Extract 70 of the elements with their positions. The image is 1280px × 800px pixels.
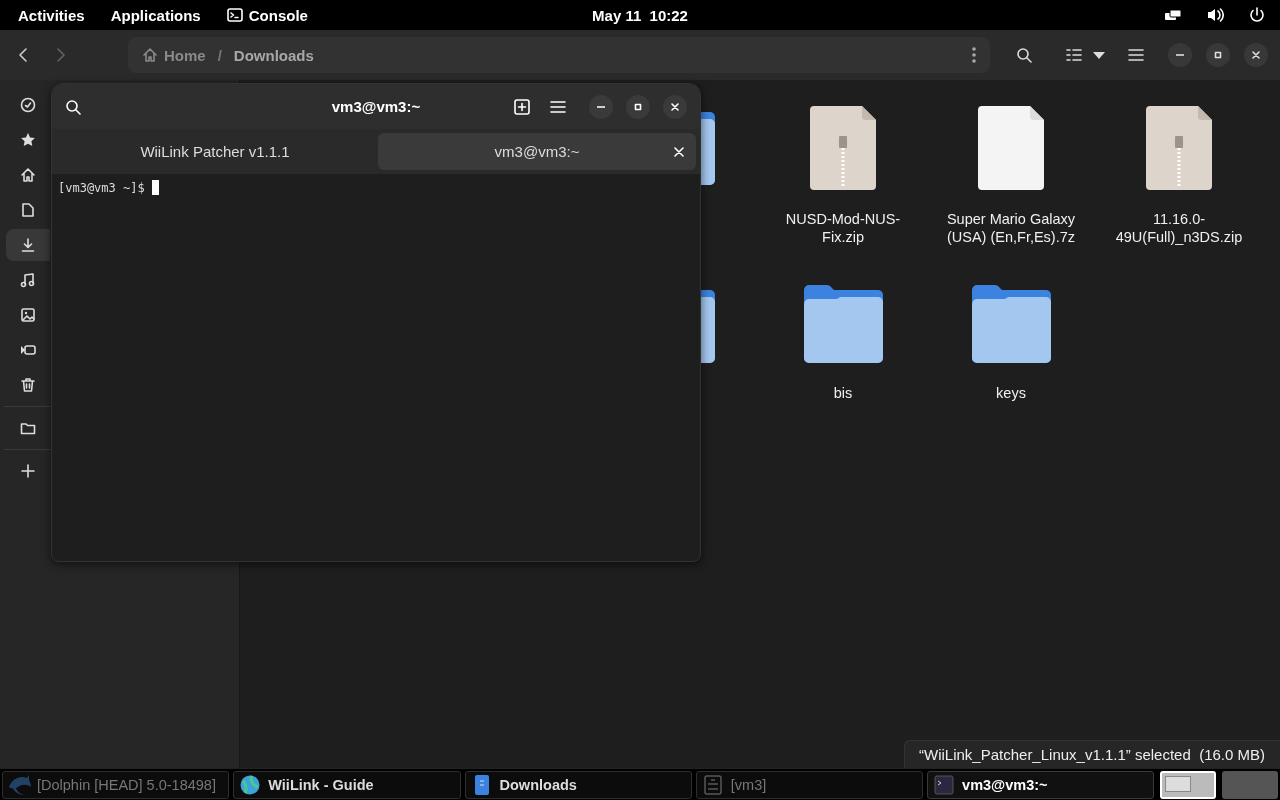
search-icon[interactable] xyxy=(65,98,81,115)
menu-icon[interactable] xyxy=(1128,47,1144,63)
minimize-icon xyxy=(597,105,605,108)
terminal-icon xyxy=(226,7,243,23)
status-text: “WiiLink_Patcher_Linux_v1.1.1” selected (16.0 MB) xyxy=(904,740,1280,768)
sidebar-icon xyxy=(20,342,36,358)
list-view-icon[interactable] xyxy=(1066,47,1082,63)
sidebar-icon xyxy=(20,272,36,288)
maximize-icon xyxy=(633,101,643,112)
folder-icon xyxy=(803,284,883,364)
path-crumb[interactable]: Home xyxy=(142,46,206,64)
path-separator: / xyxy=(217,46,222,64)
close-button[interactable] xyxy=(1244,43,1268,67)
maximize-button[interactable] xyxy=(626,94,650,119)
maximize-icon xyxy=(1213,50,1223,60)
network-icon[interactable] xyxy=(1164,8,1182,22)
file-name[interactable]: 11.16.0-49U(Full)_n3DS.zip xyxy=(1109,210,1249,246)
sidebar-icon xyxy=(20,167,36,183)
app-icon xyxy=(702,774,725,795)
taskbar-item[interactable]: [vm3] xyxy=(695,770,924,799)
taskbar-item[interactable]: Downloads xyxy=(464,770,692,799)
file-name[interactable]: keys xyxy=(941,384,1081,402)
text-cursor xyxy=(151,180,159,195)
path-crumb[interactable]: Downloads xyxy=(233,46,314,64)
applications-menu[interactable]: Applications xyxy=(110,6,201,24)
menu-icon[interactable] xyxy=(550,98,566,115)
activities-button[interactable]: Activities xyxy=(18,6,85,24)
sidebar-icon xyxy=(20,132,36,148)
maximize-button[interactable] xyxy=(1206,43,1230,67)
sidebar-icon xyxy=(20,420,36,436)
more-icon[interactable] xyxy=(972,47,976,63)
file-icon xyxy=(978,106,1044,190)
zip-file-icon xyxy=(1146,106,1212,190)
zip-file-icon xyxy=(810,106,876,190)
taskbar-item[interactable]: vm3@vm3:~ xyxy=(927,770,1155,799)
sidebar-icon xyxy=(20,463,36,479)
dropdown-icon[interactable] xyxy=(1092,50,1106,60)
minimize-button[interactable] xyxy=(1168,43,1192,67)
terminal-tab[interactable]: WiiLink Patcher v1.1.1 xyxy=(56,133,374,170)
app-icon xyxy=(9,774,31,795)
sidebar-icon xyxy=(20,307,36,323)
close-tab-icon[interactable] xyxy=(674,146,684,157)
terminal-tab[interactable]: vm3@vm3:~ xyxy=(378,133,696,170)
minimize-button[interactable] xyxy=(589,94,613,119)
app-icon xyxy=(934,774,957,795)
minimize-icon xyxy=(1176,54,1184,56)
close-icon xyxy=(670,101,680,112)
new-tab-icon[interactable] xyxy=(514,98,530,115)
clock[interactable]: May 11 10:22 xyxy=(592,6,688,24)
workspace-button[interactable] xyxy=(1160,770,1217,799)
search-icon[interactable] xyxy=(1016,47,1032,63)
taskbar-item[interactable]: WiiLink - Guide xyxy=(233,770,461,799)
file-name[interactable]: bis xyxy=(773,384,913,402)
sidebar-icon xyxy=(20,202,36,218)
sidebar-icon xyxy=(20,377,36,393)
taskbar-item[interactable]: [Dolphin [HEAD] 5.0-18498] xyxy=(2,770,230,799)
file-name[interactable]: NUSD-Mod-NUS-Fix.zip xyxy=(773,210,913,246)
window-title: vm3@vm3:~ xyxy=(331,98,421,115)
home-icon xyxy=(142,47,158,63)
file-name[interactable]: Super Mario Galaxy (USA) (En,Fr,Es).7z xyxy=(941,210,1081,246)
sidebar-icon xyxy=(20,237,36,253)
sidebar-icon xyxy=(20,97,36,113)
close-button[interactable] xyxy=(663,94,687,119)
folder-icon xyxy=(971,284,1051,364)
sidebar-item[interactable] xyxy=(6,229,50,261)
volume-icon[interactable] xyxy=(1206,6,1224,24)
app-menu[interactable]: Console xyxy=(226,6,308,24)
power-icon[interactable] xyxy=(1248,6,1266,24)
shell-prompt: [vm3@vm3 ~]$ xyxy=(58,180,145,195)
close-icon xyxy=(1251,50,1261,60)
